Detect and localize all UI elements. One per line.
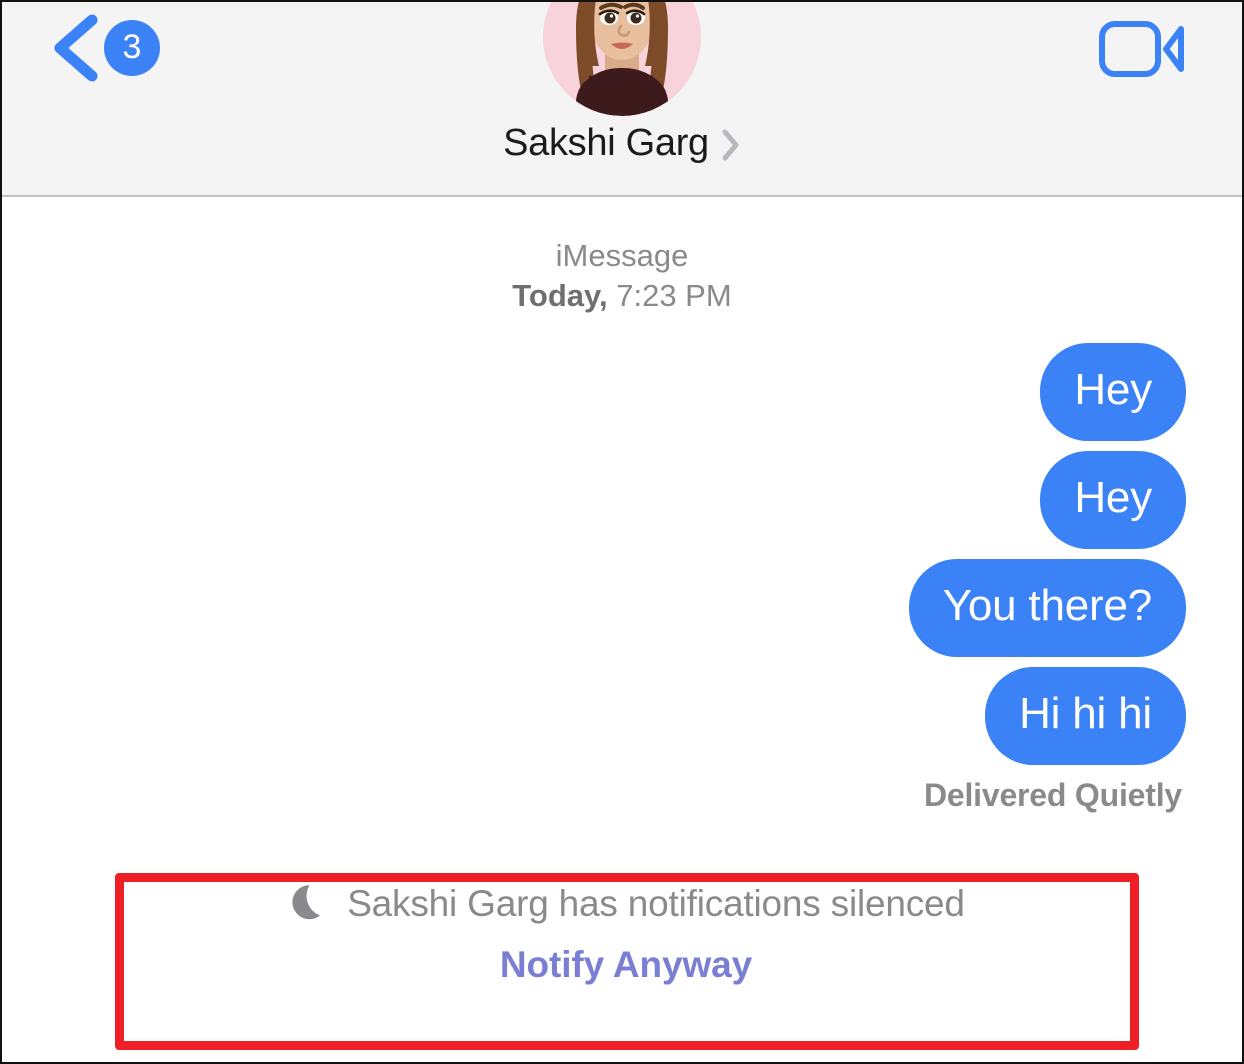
video-camera-icon [1098,16,1186,82]
message-list: Hey Hey You there? Hi hi hi [30,342,1216,765]
message-row: Hey [30,450,1186,549]
silenced-message-text: Sakshi Garg has notifications silenced [347,883,965,924]
contact-name: Sakshi Garg [503,122,709,164]
message-row: Hi hi hi [30,666,1216,765]
message-bubble-outgoing[interactable]: You there? [908,558,1186,657]
message-row: You there? [30,558,1186,657]
contact-header[interactable]: Sakshi Garg [2,2,1242,165]
notify-anyway-button[interactable]: Notify Anyway [500,944,752,986]
message-day: Today, [512,277,608,313]
avatar[interactable] [543,2,701,116]
navigation-bar: 3 Sakshi Garg [2,2,1242,197]
memoji-avatar-icon [543,2,701,116]
silenced-message-row: Sakshi Garg has notifications silenced [287,882,965,926]
conversation-timestamp: iMessage Today, 7:23 PM [30,237,1214,315]
message-time: 7:23 PM [616,277,732,313]
message-service-label: iMessage [555,238,689,273]
crescent-moon-icon [287,882,329,926]
chevron-right-icon[interactable] [721,125,741,162]
facetime-button[interactable] [1098,16,1186,82]
message-datetime: Today, 7:23 PM [30,277,1214,315]
contact-name-row[interactable]: Sakshi Garg [503,122,741,165]
delivery-status: Delivered Quietly [923,776,1182,813]
message-bubble-outgoing-last[interactable]: Hi hi hi [985,666,1216,765]
notifications-silenced-banner: Sakshi Garg has notifications silenced N… [120,882,1132,986]
message-row: Hey [30,342,1186,441]
messages-conversation-screen: 3 Sakshi Garg iMessage Today, 7:23 PM He… [0,0,1244,1064]
message-bubble-outgoing[interactable]: Hey [1040,450,1186,549]
message-bubble-outgoing[interactable]: Hey [1040,342,1186,441]
